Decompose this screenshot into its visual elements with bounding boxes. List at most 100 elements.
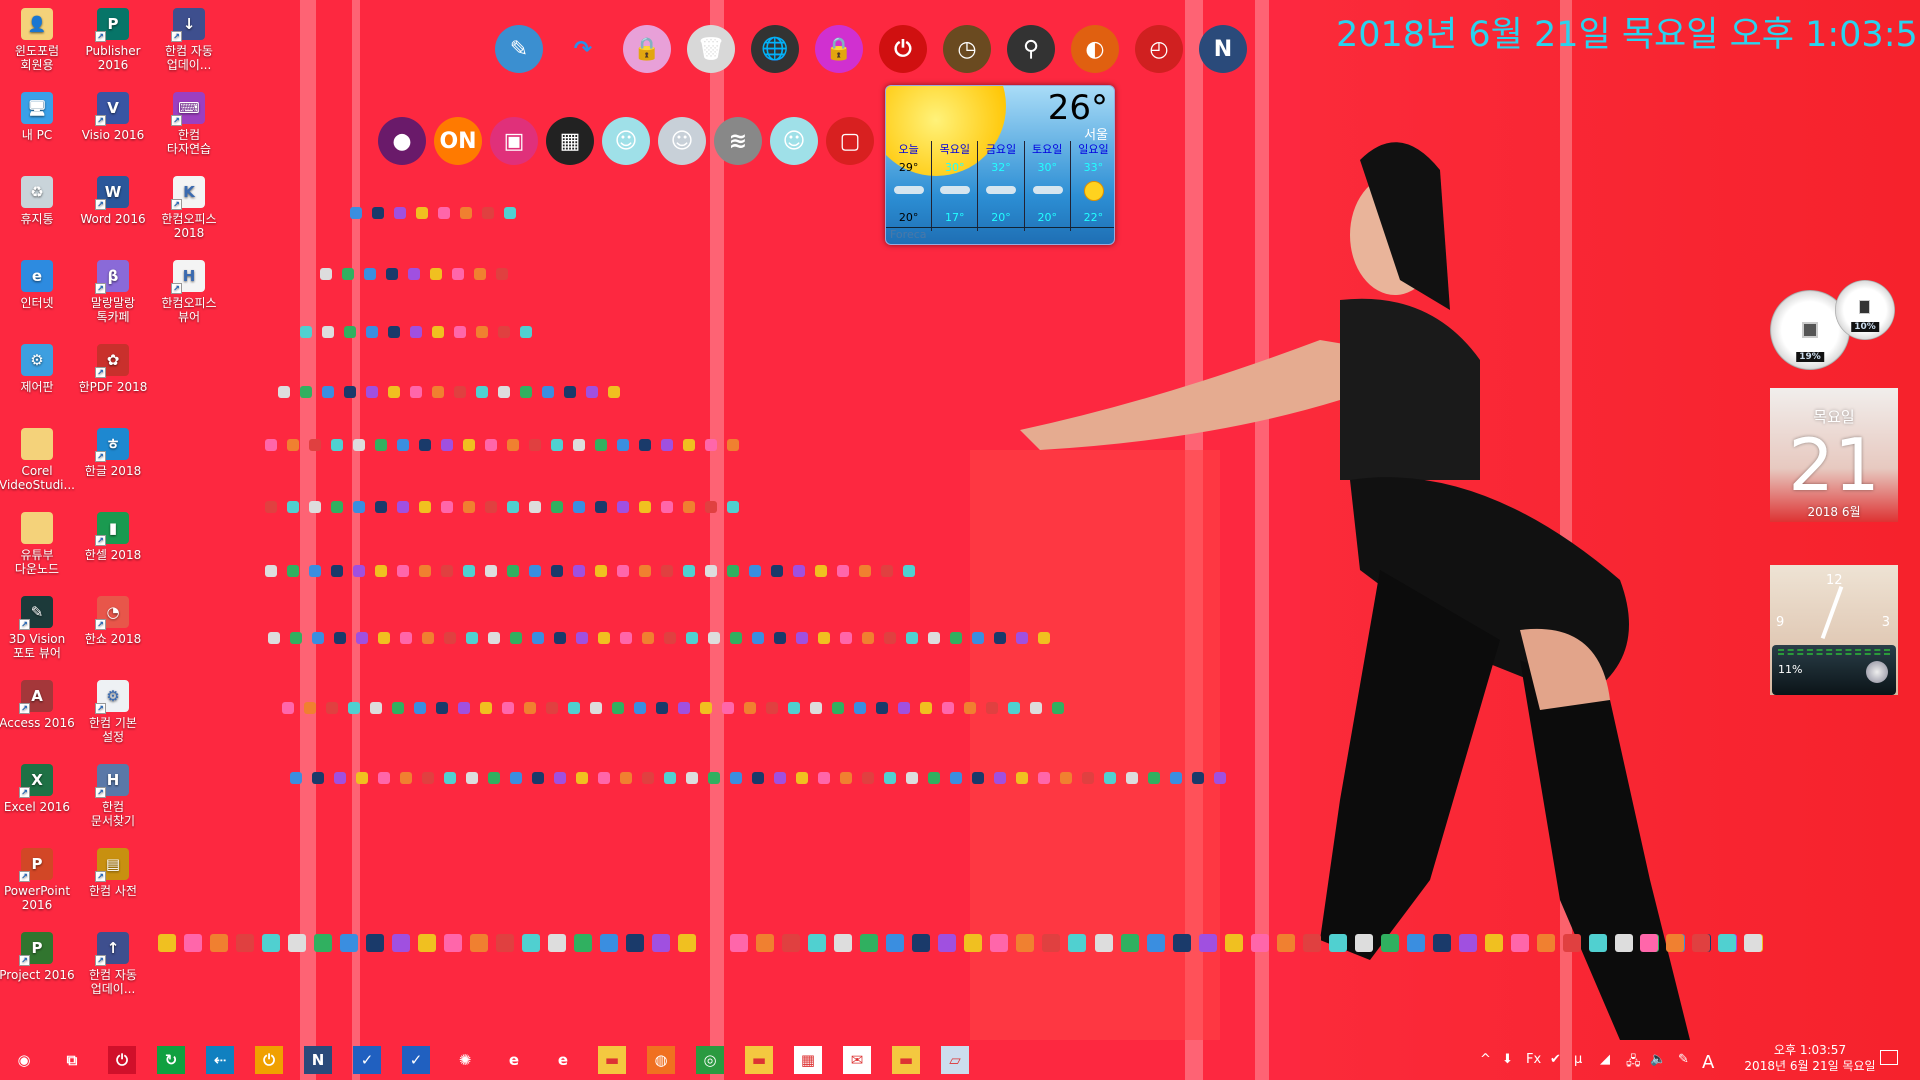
shortcut-icon[interactable] — [683, 501, 695, 513]
shortcut-icon[interactable] — [752, 772, 764, 784]
shortcut-icon[interactable] — [498, 326, 510, 338]
shortcut-icon[interactable] — [854, 702, 866, 714]
shortcut-icon[interactable] — [1433, 934, 1451, 952]
shortcut-icon[interactable] — [356, 632, 368, 644]
shortcut-icon[interactable] — [419, 565, 431, 577]
shortcut-icon[interactable] — [1068, 934, 1086, 952]
shortcut-icon[interactable] — [366, 326, 378, 338]
shortcut-icon[interactable] — [210, 934, 228, 952]
shortcut-icon[interactable] — [309, 565, 321, 577]
shortcut-icon[interactable] — [860, 934, 878, 952]
shortcut-icon[interactable] — [574, 934, 592, 952]
shortcut-icon[interactable] — [1147, 934, 1165, 952]
redo-arrow-icon[interactable]: ↷ — [559, 25, 607, 73]
monitor-icon[interactable]: ▣ — [490, 117, 538, 165]
shortcut-icon[interactable] — [1170, 772, 1182, 784]
shortcut-icon[interactable] — [265, 501, 277, 513]
shortcut-icon[interactable] — [430, 268, 442, 280]
shortcut-icon[interactable] — [312, 772, 324, 784]
shortcut-icon[interactable] — [818, 632, 830, 644]
desktop-icon[interactable]: ✎ ↗ 3D Vision 포토 뷰어 — [0, 596, 77, 660]
desktop-icon[interactable]: ㅎ ↗ 한글 2018 — [73, 428, 153, 478]
shortcut-icon[interactable] — [1199, 934, 1217, 952]
shortcut-icon[interactable] — [642, 632, 654, 644]
shortcut-icon[interactable] — [438, 207, 450, 219]
shortcut-icon[interactable] — [542, 386, 554, 398]
shortcut-icon[interactable] — [331, 565, 343, 577]
shortcut-icon[interactable] — [1277, 934, 1295, 952]
shortcut-icon[interactable] — [749, 565, 761, 577]
shortcut-icon[interactable] — [314, 934, 332, 952]
shortcut-icon[interactable] — [348, 702, 360, 714]
logoff-icon[interactable]: ⇠ — [206, 1046, 234, 1074]
shortcut-icon[interactable] — [441, 439, 453, 451]
shortcut-icon[interactable] — [727, 439, 739, 451]
shortcut-icon[interactable] — [454, 386, 466, 398]
desktop-icon[interactable]: A ↗ Access 2016 — [0, 680, 77, 730]
shortcut-icon[interactable] — [520, 326, 532, 338]
shortcut-icon[interactable] — [366, 934, 384, 952]
shortcut-icon[interactable] — [507, 439, 519, 451]
shortcut-icon[interactable] — [1095, 934, 1113, 952]
shortcut-icon[interactable] — [282, 702, 294, 714]
shortcut-icon[interactable] — [470, 934, 488, 952]
task-view-icon[interactable]: ⧉ — [58, 1046, 86, 1074]
mail-icon[interactable]: ✉ — [843, 1046, 871, 1074]
shortcut-icon[interactable] — [832, 702, 844, 714]
gear-app-icon[interactable]: ✺ — [451, 1046, 479, 1074]
shortcut-icon[interactable] — [1589, 934, 1607, 952]
shortcut-icon[interactable] — [522, 934, 540, 952]
shortcut-icon[interactable] — [881, 565, 893, 577]
shortcut-icon[interactable] — [416, 207, 428, 219]
shortcut-icon[interactable] — [1485, 934, 1503, 952]
shortcut-icon[interactable] — [452, 268, 464, 280]
shortcut-icon[interactable] — [419, 501, 431, 513]
shortcut-icon[interactable] — [612, 702, 624, 714]
desktop-icon[interactable]: P ↗ PowerPoint 2016 — [0, 848, 77, 912]
trash-can-icon[interactable]: 🗑 — [687, 25, 735, 73]
shortcut-icon[interactable] — [441, 501, 453, 513]
shortcut-icon[interactable] — [386, 268, 398, 280]
shortcut-icon[interactable] — [600, 934, 618, 952]
shortcut-icon[interactable] — [1511, 934, 1529, 952]
desktop-icon[interactable]: H ↗ 한컴오피스 뷰어 — [149, 260, 229, 324]
shortcut-icon[interactable] — [906, 772, 918, 784]
shortcut-icon[interactable] — [548, 934, 566, 952]
shortcut-icon[interactable] — [392, 934, 410, 952]
shortcut-icon[interactable] — [375, 501, 387, 513]
shortcut-icon[interactable] — [397, 565, 409, 577]
shortcut-icon[interactable] — [656, 702, 668, 714]
shortcut-icon[interactable] — [639, 565, 651, 577]
shortcut-icon[interactable] — [862, 772, 874, 784]
shortcut-icon[interactable] — [590, 702, 602, 714]
tv-test-pattern-icon[interactable]: ▦ — [546, 117, 594, 165]
shortcut-icon[interactable] — [476, 326, 488, 338]
shortcut-icon[interactable] — [496, 934, 514, 952]
volume-gadget[interactable]: 11% — [1772, 645, 1896, 695]
shortcut-icon[interactable] — [950, 772, 962, 784]
shortcut-icon[interactable] — [573, 439, 585, 451]
shortcut-icon[interactable] — [793, 565, 805, 577]
shortcut-icon[interactable] — [730, 632, 742, 644]
shortcut-icon[interactable] — [1008, 702, 1020, 714]
shortcut-icon[interactable] — [634, 702, 646, 714]
shortcut-icon[interactable] — [1355, 934, 1373, 952]
on-icon[interactable]: ON — [434, 117, 482, 165]
shortcut-icon[interactable] — [1214, 772, 1226, 784]
calendar-gadget[interactable]: 목요일 21 2018 6월 — [1770, 388, 1898, 522]
shortcut-icon[interactable] — [727, 501, 739, 513]
shortcut-icon[interactable] — [788, 702, 800, 714]
shortcut-icon[interactable] — [928, 772, 940, 784]
shortcut-icon[interactable] — [620, 772, 632, 784]
pen-icon[interactable]: ✎ — [1678, 1052, 1689, 1067]
shortcut-icon[interactable] — [375, 439, 387, 451]
shortcut-icon[interactable] — [485, 565, 497, 577]
shortcut-icon[interactable] — [1030, 702, 1042, 714]
shortcut-icon[interactable] — [312, 632, 324, 644]
shortcut-icon[interactable] — [595, 501, 607, 513]
shortcut-icon[interactable] — [507, 501, 519, 513]
shield-check-icon[interactable]: ✔ — [1550, 1052, 1561, 1067]
shortcut-icon[interactable] — [1104, 772, 1116, 784]
shortcut-icon[interactable] — [683, 439, 695, 451]
shortcut-icon[interactable] — [388, 326, 400, 338]
